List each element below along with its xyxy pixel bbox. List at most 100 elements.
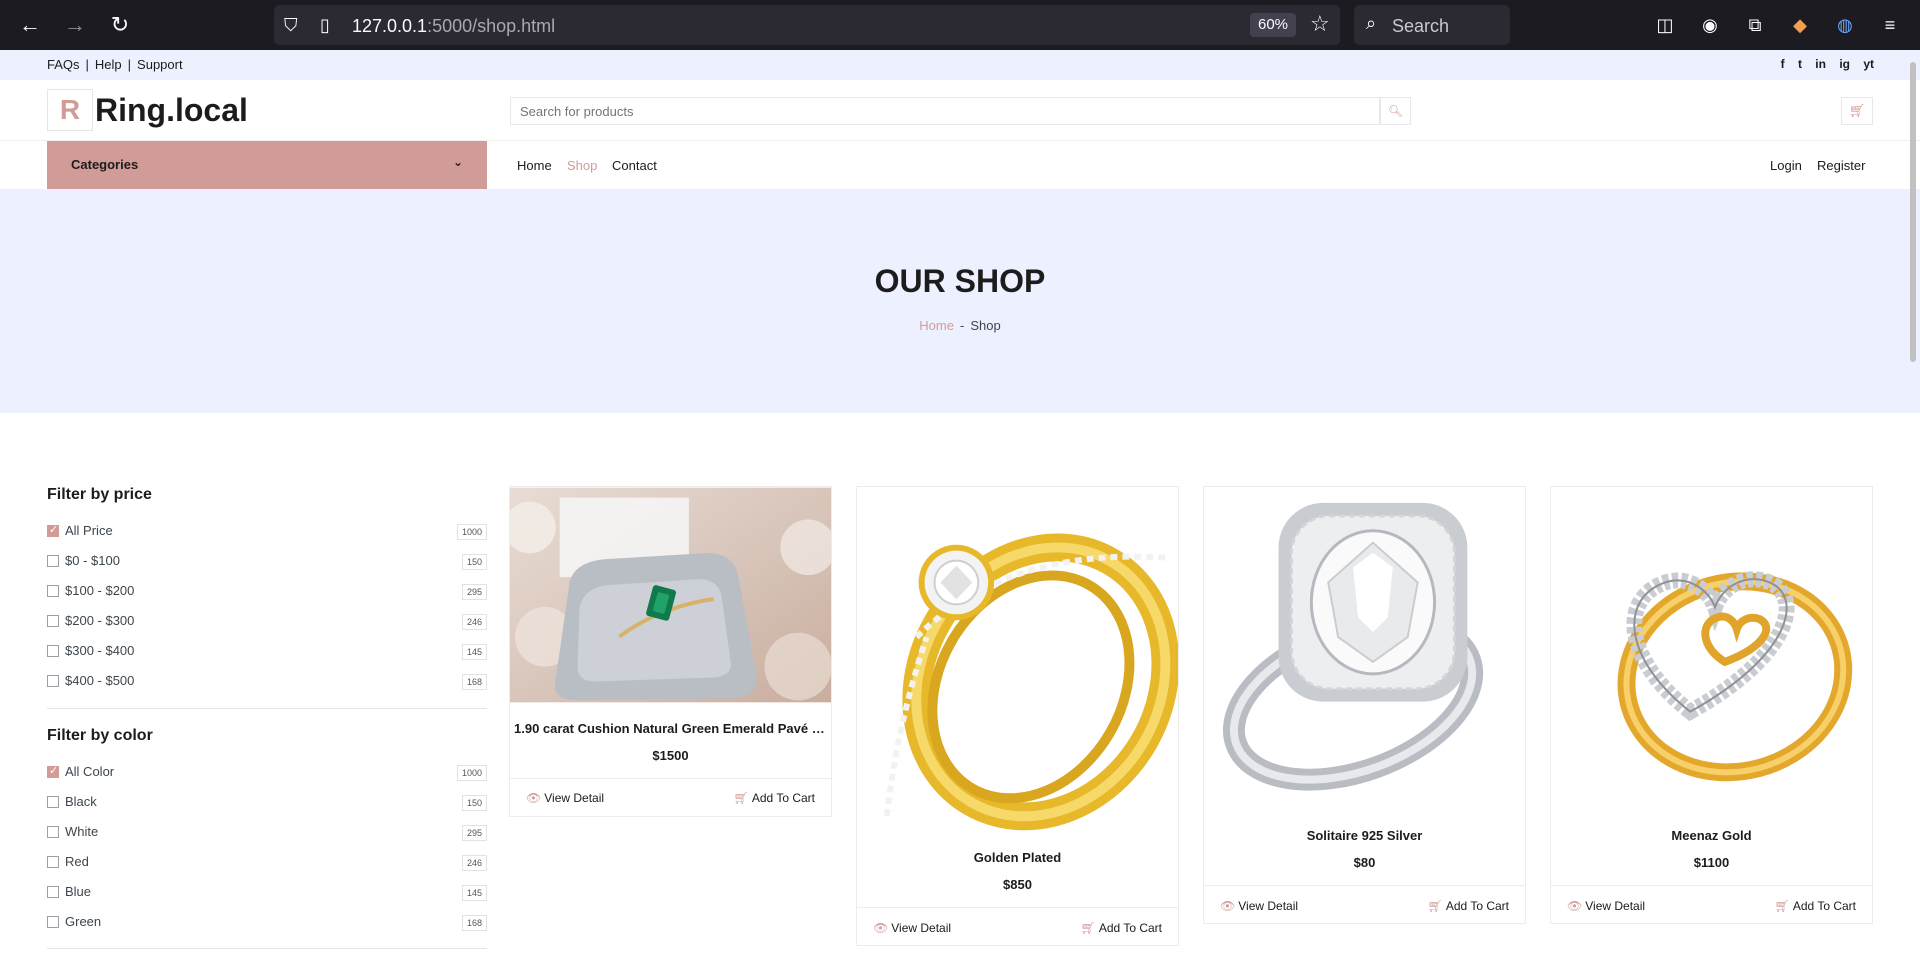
product-name[interactable]: 1.90 carat Cushion Natural Green Emerald…: [510, 721, 831, 736]
extension-translate-icon[interactable]: ◍: [1832, 12, 1858, 38]
checkbox[interactable]: [47, 555, 59, 567]
product-card[interactable]: Golden Plated $850 👁︎ View Detail 🛒︎ Add T…: [856, 486, 1179, 946]
filter-count-badge: 145: [461, 644, 487, 660]
filter-color-option[interactable]: Red 246: [47, 853, 487, 873]
url-text[interactable]: 127.0.0.1:5000/shop.html: [352, 15, 555, 37]
filter-color-option[interactable]: Black 150: [47, 793, 487, 813]
view-detail-button[interactable]: 👁︎ View Detail: [1220, 899, 1298, 913]
add-to-cart-button[interactable]: 🛒︎ Add To Cart: [734, 791, 815, 805]
filter-count-badge: 150: [461, 795, 487, 811]
browser-search-bar[interactable]: ⌕ Search: [1354, 5, 1510, 45]
view-detail-label: View Detail: [1238, 899, 1299, 913]
checkbox[interactable]: [47, 916, 59, 928]
divider: [510, 778, 831, 779]
filter-label: White: [65, 824, 99, 839]
faqs-link[interactable]: FAQs: [47, 57, 80, 72]
product-price: $1100: [1693, 855, 1730, 870]
reload-icon[interactable]: ↻: [105, 10, 135, 40]
pocket-icon[interactable]: ◫: [1652, 12, 1678, 38]
forward-icon[interactable]: →: [60, 10, 90, 40]
filter-price-option[interactable]: $300 - $400 145: [47, 642, 487, 662]
add-to-cart-button[interactable]: 🛒︎ Add To Cart: [1775, 899, 1856, 913]
nav-contact[interactable]: Contact: [612, 158, 657, 173]
view-detail-label: View Detail: [891, 921, 952, 935]
tracking-protection-icon[interactable]: ⛉: [284, 14, 298, 36]
filter-color-option[interactable]: Blue 145: [47, 883, 487, 903]
support-link[interactable]: Support: [137, 57, 183, 72]
product-image[interactable]: [510, 487, 831, 703]
product-name[interactable]: Solitaire 925 Silver: [1204, 828, 1525, 843]
menu-icon[interactable]: ≡: [1877, 12, 1903, 38]
view-detail-button[interactable]: 👁︎ View Detail: [526, 791, 604, 805]
checkbox[interactable]: [47, 615, 59, 627]
product-card[interactable]: 1.90 carat Cushion Natural Green Emerald…: [509, 486, 832, 817]
eye-icon: 👁︎: [1567, 899, 1583, 913]
product-price: $1500: [652, 748, 689, 763]
help-link[interactable]: Help: [95, 57, 122, 72]
checkbox[interactable]: [47, 796, 59, 808]
url-host: 127.0.0.1: [352, 16, 428, 36]
checkbox[interactable]: [47, 764, 59, 778]
view-detail-button[interactable]: 👁︎ View Detail: [1567, 899, 1645, 913]
page-title: OUR SHOP: [874, 263, 1046, 299]
divider: [47, 708, 487, 709]
youtube-icon[interactable]: yt: [1863, 57, 1874, 71]
breadcrumb-current: Shop: [970, 318, 1001, 333]
product-card[interactable]: Meenaz Gold $1100 👁︎ View Detail 🛒︎ Add To…: [1550, 486, 1873, 924]
add-to-cart-label: Add To Cart: [1445, 899, 1509, 913]
logo-text[interactable]: Ring.local: [95, 88, 248, 132]
add-to-cart-button[interactable]: 🛒︎ Add To Cart: [1428, 899, 1509, 913]
view-detail-button[interactable]: 👁︎ View Detail: [873, 921, 951, 935]
login-link[interactable]: Login: [1770, 158, 1802, 173]
register-link[interactable]: Register: [1817, 158, 1865, 173]
product-image[interactable]: [857, 487, 1178, 832]
checkbox[interactable]: [47, 856, 59, 868]
search-button[interactable]: 🔍︎: [1380, 97, 1411, 125]
nav-home[interactable]: Home: [517, 158, 552, 173]
product-name[interactable]: Golden Plated: [857, 850, 1178, 865]
product-price: $80: [1353, 855, 1376, 870]
checkbox[interactable]: [47, 675, 59, 687]
filter-price-option[interactable]: $400 - $500 168: [47, 672, 487, 692]
checkbox[interactable]: [47, 523, 59, 537]
categories-dropdown[interactable]: Categories ⌄: [47, 141, 487, 189]
account-icon[interactable]: ◉: [1697, 12, 1723, 38]
add-to-cart-label: Add To Cart: [1098, 921, 1162, 935]
product-image[interactable]: [1204, 487, 1525, 810]
bookmark-star-icon[interactable]: ☆: [1310, 11, 1330, 37]
breadcrumb-home[interactable]: Home: [919, 318, 954, 333]
back-icon[interactable]: ←: [15, 10, 45, 40]
address-bar[interactable]: ⛉ ▯ 127.0.0.1:5000/shop.html 60% ☆: [274, 5, 1340, 45]
filter-color-option[interactable]: All Color 1000: [47, 763, 487, 783]
product-name[interactable]: Meenaz Gold: [1551, 828, 1872, 843]
filter-price-option[interactable]: All Price 1000: [47, 522, 487, 542]
extensions-icon[interactable]: ⧉: [1742, 12, 1768, 38]
filter-price-option[interactable]: $200 - $300 246: [47, 612, 487, 632]
eye-icon: 👁︎: [873, 921, 889, 935]
zoom-indicator[interactable]: 60%: [1250, 13, 1296, 37]
product-card[interactable]: Solitaire 925 Silver $80 👁︎ View Detail 🛒…: [1203, 486, 1526, 924]
logo-mark[interactable]: R: [47, 89, 93, 131]
product-search-input[interactable]: [510, 97, 1380, 125]
checkbox[interactable]: [47, 645, 59, 657]
eye-icon: 👁︎: [526, 791, 542, 805]
browser-search-placeholder: Search: [1392, 16, 1450, 36]
filter-price-option[interactable]: $0 - $100 150: [47, 552, 487, 572]
twitter-icon[interactable]: t: [1798, 57, 1802, 71]
nav-shop[interactable]: Shop: [567, 158, 597, 173]
filter-color-option[interactable]: Green 168: [47, 913, 487, 933]
page-scrollbar[interactable]: [1910, 62, 1916, 362]
product-image[interactable]: [1551, 487, 1872, 810]
linkedin-icon[interactable]: in: [1815, 57, 1826, 71]
checkbox[interactable]: [47, 886, 59, 898]
facebook-icon[interactable]: f: [1781, 57, 1785, 71]
checkbox[interactable]: [47, 585, 59, 597]
cart-button[interactable]: 🛒︎: [1841, 97, 1873, 125]
filter-color-option[interactable]: White 295: [47, 823, 487, 843]
filter-price-option[interactable]: $100 - $200 295: [47, 582, 487, 602]
checkbox[interactable]: [47, 826, 59, 838]
add-to-cart-button[interactable]: 🛒︎ Add To Cart: [1081, 921, 1162, 935]
extension-fox-icon[interactable]: ◆: [1787, 12, 1813, 38]
instagram-icon[interactable]: ig: [1839, 57, 1850, 71]
cart-icon: 🛒︎: [733, 791, 749, 805]
